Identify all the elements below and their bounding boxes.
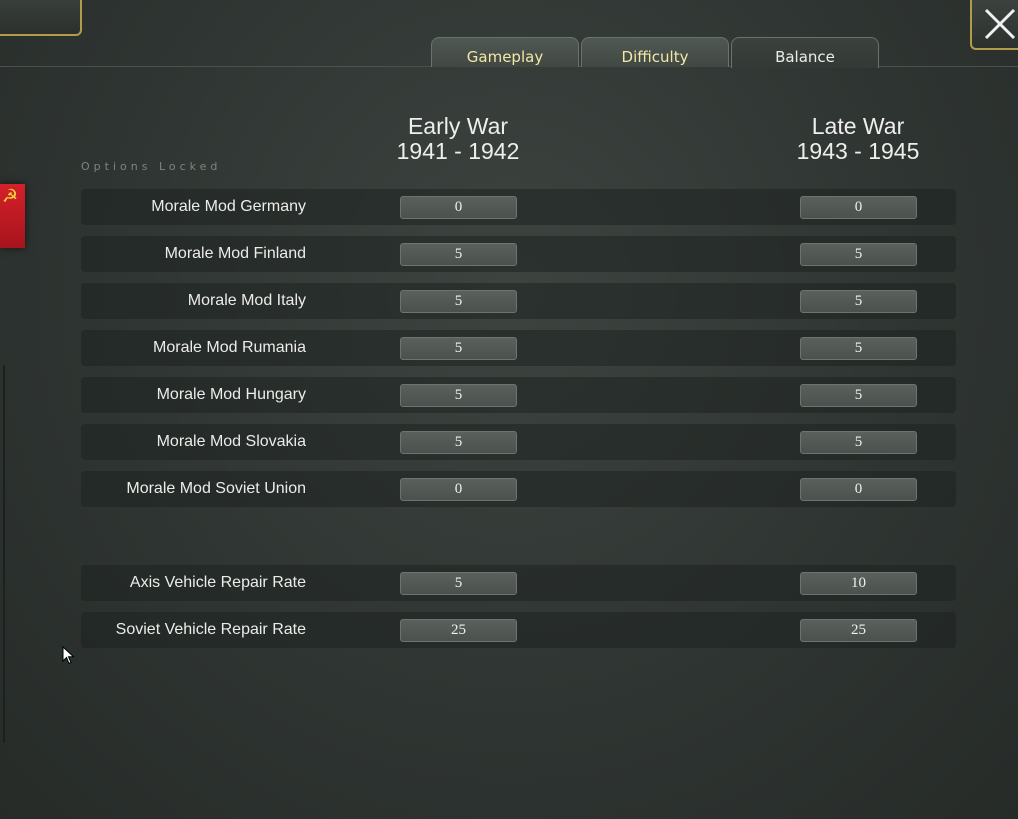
late-war-value[interactable]: 10 <box>800 572 917 595</box>
setting-label: Soviet Vehicle Repair Rate <box>115 621 306 638</box>
late-war-value[interactable]: 0 <box>800 478 917 501</box>
back-button[interactable] <box>0 0 82 36</box>
setting-label: Morale Mod Slovakia <box>156 433 306 450</box>
early-war-title: Early War <box>407 113 509 139</box>
late-war-value[interactable]: 5 <box>800 384 917 407</box>
early-war-value[interactable]: 5 <box>400 431 517 454</box>
late-war-range: 1943 - 1945 <box>796 138 920 164</box>
early-war-range: 1941 - 1942 <box>396 138 520 164</box>
late-war-value[interactable]: 0 <box>800 196 917 219</box>
soviet-faction-tab[interactable]: ☭ <box>0 184 25 248</box>
options-locked-label: Options Locked <box>81 160 222 173</box>
setting-label: Morale Mod Italy <box>187 292 306 309</box>
close-button[interactable] <box>970 0 1018 50</box>
early-war-header: Early War 1941 - 1942 <box>358 114 558 164</box>
setting-label: Morale Mod Rumania <box>153 339 306 356</box>
early-war-value[interactable]: 5 <box>400 337 517 360</box>
setting-row-morale-soviet-union: Morale Mod Soviet Union 0 0 <box>81 471 956 507</box>
late-war-value[interactable]: 5 <box>800 290 917 313</box>
hammer-sickle-icon: ☭ <box>2 186 19 207</box>
setting-row-morale-germany: Morale Mod Germany 0 0 <box>81 189 956 225</box>
early-war-value[interactable]: 5 <box>400 384 517 407</box>
early-war-value[interactable]: 25 <box>400 619 517 642</box>
setting-row-morale-finland: Morale Mod Finland 5 5 <box>81 236 956 272</box>
setting-label: Axis Vehicle Repair Rate <box>129 574 306 591</box>
setting-row-morale-hungary: Morale Mod Hungary 5 5 <box>81 377 956 413</box>
side-scrollbar[interactable] <box>3 365 5 743</box>
late-war-value[interactable]: 5 <box>800 243 917 266</box>
tab-difficulty[interactable]: Difficulty <box>581 37 729 67</box>
setting-row-morale-rumania: Morale Mod Rumania 5 5 <box>81 330 956 366</box>
early-war-value[interactable]: 5 <box>400 243 517 266</box>
tab-balance[interactable]: Balance <box>731 37 879 68</box>
setting-label: Morale Mod Hungary <box>156 386 306 403</box>
setting-row-axis-repair: Axis Vehicle Repair Rate 5 10 <box>81 565 956 601</box>
setting-row-morale-slovakia: Morale Mod Slovakia 5 5 <box>81 424 956 460</box>
late-war-value[interactable]: 5 <box>800 337 917 360</box>
mouse-cursor-icon <box>62 646 75 665</box>
setting-row-soviet-repair: Soviet Vehicle Repair Rate 25 25 <box>81 612 956 648</box>
early-war-value[interactable]: 5 <box>400 290 517 313</box>
tab-gameplay[interactable]: Gameplay <box>431 37 579 67</box>
late-war-header: Late War 1943 - 1945 <box>758 114 958 164</box>
early-war-value[interactable]: 0 <box>400 478 517 501</box>
setting-label: Morale Mod Germany <box>151 198 306 215</box>
late-war-value[interactable]: 5 <box>800 431 917 454</box>
setting-label: Morale Mod Soviet Union <box>126 480 306 497</box>
early-war-value[interactable]: 0 <box>400 196 517 219</box>
late-war-title: Late War <box>811 113 905 139</box>
close-icon <box>984 8 1016 40</box>
early-war-value[interactable]: 5 <box>400 572 517 595</box>
setting-row-morale-italy: Morale Mod Italy 5 5 <box>81 283 956 319</box>
late-war-value[interactable]: 25 <box>800 619 917 642</box>
setting-label: Morale Mod Finland <box>164 245 306 262</box>
